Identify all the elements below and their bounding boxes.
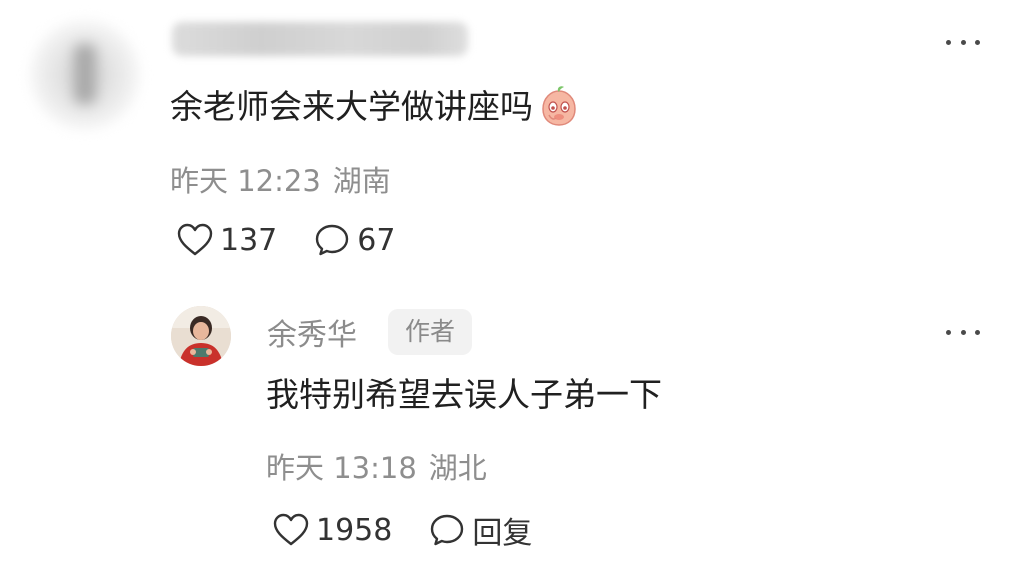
dot-icon <box>946 329 951 335</box>
reply-label: 回复 <box>472 516 533 551</box>
comment-bubble-icon <box>431 514 464 546</box>
author-badge: 作者 <box>388 309 472 355</box>
comment-text-row: 余老师会来大学做讲座吗 <box>170 84 581 130</box>
reply-more-options-button[interactable] <box>946 328 980 336</box>
avatar[interactable] <box>30 20 140 130</box>
reply-actions: 1958 回复 <box>272 508 532 552</box>
peach-emoji-icon <box>542 86 576 126</box>
comment-text: 余老师会来大学做讲座吗 <box>170 87 533 126</box>
comment-time: 昨天 12:23 <box>170 164 321 198</box>
author-avatar[interactable] <box>171 306 231 366</box>
reply-count: 67 <box>357 222 396 258</box>
reply-meta: 昨天 13:18 湖北 <box>266 445 499 487</box>
comment-actions: 137 67 <box>176 222 395 258</box>
dot-icon <box>960 39 966 45</box>
username-blurred[interactable] <box>172 22 468 56</box>
dot-icon <box>946 39 951 45</box>
author-photo-icon <box>171 306 231 366</box>
like-button[interactable]: 137 <box>176 222 277 258</box>
reply-button[interactable]: 回复 <box>428 508 532 552</box>
more-options-button[interactable] <box>946 38 980 46</box>
comment-meta: 昨天 12:23 湖南 <box>170 158 403 200</box>
heart-icon <box>177 223 213 256</box>
comment-location: 湖南 <box>332 164 391 198</box>
reply-like-count: 1958 <box>316 512 393 548</box>
like-count: 137 <box>220 222 278 258</box>
reply-location: 湖北 <box>428 451 487 485</box>
dot-icon <box>960 329 966 335</box>
author-name[interactable]: 余秀华 <box>267 310 357 354</box>
dot-icon <box>975 39 980 45</box>
reply-count-button[interactable]: 67 <box>313 222 395 258</box>
dot-icon <box>975 329 980 335</box>
reply-like-button[interactable]: 1958 <box>272 512 392 548</box>
comment-bubble-icon <box>316 224 349 256</box>
reply-text: 我特别希望去误人子弟一下 <box>266 375 662 414</box>
reply-time: 昨天 13:18 <box>266 451 417 485</box>
heart-icon <box>273 513 309 546</box>
